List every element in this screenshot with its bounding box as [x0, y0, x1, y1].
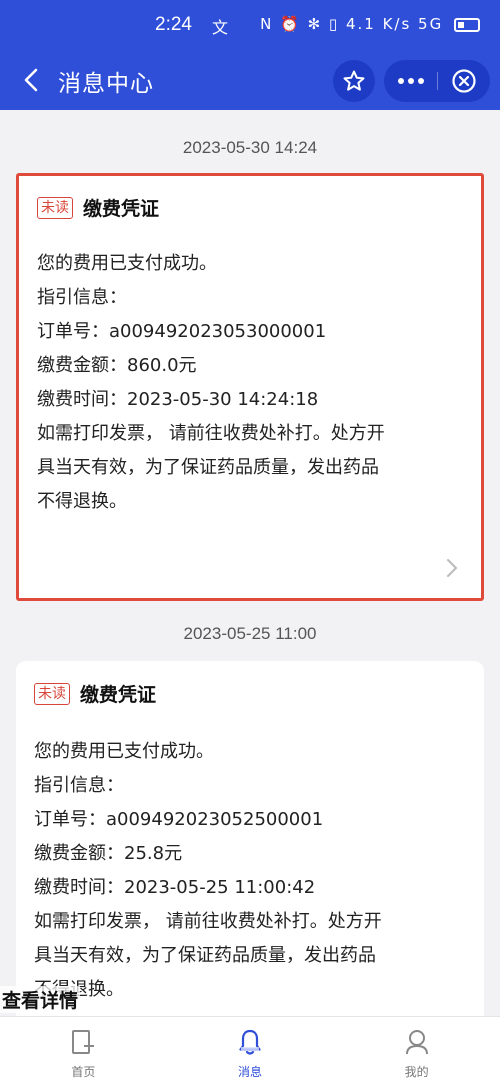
back-button[interactable]: [14, 60, 48, 100]
tab-profile[interactable]: 我的: [333, 1017, 500, 1086]
message-date: 2023-05-30 14:24: [182, 138, 318, 157]
card-line: 缴费金额：860.0元: [37, 355, 197, 376]
chevron-right-icon: [445, 557, 459, 579]
card-line: 如需打印发票， 请前往收费处补打。处方开: [37, 423, 385, 444]
battery-icon: [454, 17, 480, 32]
card-line: 指引信息：: [37, 287, 127, 308]
card-line: 订单号：a009492023053000001: [37, 321, 327, 342]
more-button[interactable]: [384, 60, 437, 102]
more-dots-icon: [397, 78, 424, 84]
card-title: 缴费凭证: [80, 684, 157, 706]
card-line: 缴费时间：2023-05-25 11:00:42: [34, 877, 316, 898]
home-icon: [72, 1030, 95, 1054]
status-notification-glyph: 文: [212, 18, 229, 37]
status-icons: N ⏰ ✻ ▯ 4.1 K/s 5G: [260, 15, 480, 33]
status-time: 2:24: [155, 14, 192, 35]
favorite-button[interactable]: [333, 60, 375, 102]
chevron-left-icon: [24, 68, 38, 92]
close-button[interactable]: [438, 60, 490, 102]
card-line: 缴费时间：2023-05-30 14:24:18: [37, 389, 319, 410]
message-date: 2023-05-25 11:00: [183, 624, 317, 643]
unread-badge: 未读: [34, 682, 70, 705]
status-icons-text: N ⏰ ✻ ▯ 4.1 K/s 5G: [260, 15, 444, 33]
card-body: 您的费用已支付成功。 指引信息： 订单号：a009492023053000001…: [37, 247, 467, 519]
card-line: 具当天有效，为了保证药品质量，发出药品: [34, 945, 376, 966]
mini-program-capsule: [384, 60, 490, 102]
page-title: 消息中心: [58, 71, 154, 97]
star-icon: [343, 70, 365, 91]
bell-icon: [239, 1029, 261, 1055]
tab-bar: 首页 消息 我的: [0, 1016, 500, 1086]
user-icon: [405, 1030, 428, 1055]
tab-messages[interactable]: 消息: [167, 1017, 334, 1086]
card-title: 缴费凭证: [83, 198, 160, 220]
card-line: 具当天有效，为了保证药品质量，发出药品: [37, 457, 379, 478]
card-line: 如需打印发票， 请前往收费处补打。处方开: [34, 911, 382, 932]
card-line: 订单号：a009492023052500001: [34, 809, 324, 830]
message-list[interactable]: 2023-05-30 14:24 未读 缴费凭证 您的费用已支付成功。 指引信息…: [0, 110, 500, 1016]
message-card[interactable]: 未读 缴费凭证 您的费用已支付成功。 指引信息： 订单号：a0094920230…: [16, 173, 484, 601]
status-bar: 2:24 文 N ⏰ ✻ ▯ 4.1 K/s 5G: [0, 0, 500, 52]
nav-bar: 消息中心: [0, 52, 500, 110]
card-line: 不得退换。: [34, 973, 464, 1007]
card-body: 您的费用已支付成功。 指引信息： 订单号：a009492023052500001…: [34, 735, 464, 1007]
view-details-link[interactable]: 查看详情: [0, 986, 81, 1013]
card-line: 您的费用已支付成功。: [37, 253, 217, 274]
card-line: 指引信息：: [34, 775, 124, 796]
card-header: 未读 缴费凭证: [34, 680, 156, 707]
message-card[interactable]: 未读 缴费凭证 您的费用已支付成功。 指引信息： 订单号：a0094920230…: [16, 661, 484, 1016]
tab-home[interactable]: 首页: [0, 1017, 167, 1086]
card-line: 您的费用已支付成功。: [34, 741, 214, 762]
tab-label: 消息: [238, 1065, 263, 1079]
tab-label: 首页: [71, 1065, 96, 1079]
unread-badge: 未读: [37, 196, 73, 219]
card-line: 不得退换。: [37, 491, 127, 512]
close-circle-icon: [452, 69, 476, 93]
tab-label: 我的: [404, 1065, 429, 1079]
card-header: 未读 缴费凭证: [37, 194, 159, 221]
card-line: 缴费金额：25.8元: [34, 843, 183, 864]
